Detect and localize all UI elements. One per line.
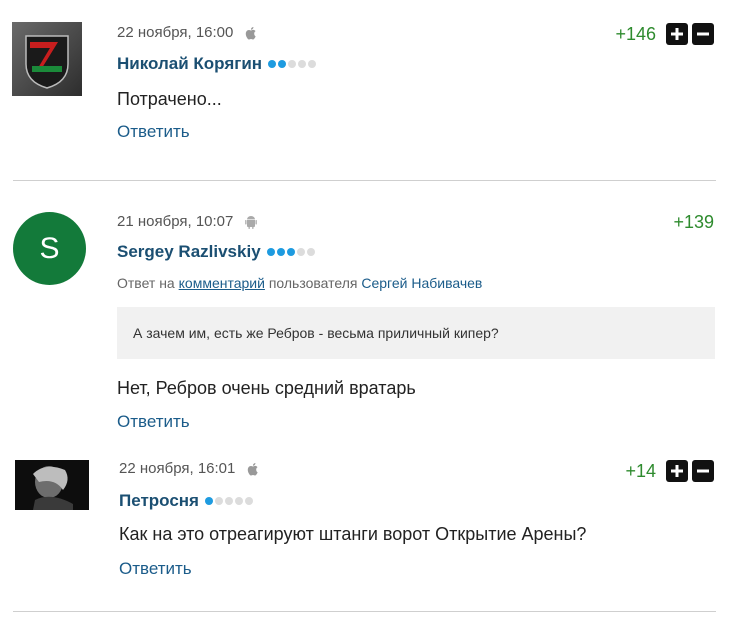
- upvote-button[interactable]: [666, 460, 688, 482]
- rank-dot: [298, 60, 307, 68]
- comment-text: Как на это отреагируют штанги ворот Откр…: [119, 524, 587, 544]
- lokomotiv-logo-icon: [12, 22, 82, 96]
- rank-dot: [308, 60, 317, 68]
- reply-button[interactable]: Ответить: [117, 412, 190, 432]
- reply-middle: пользователя: [268, 275, 358, 291]
- author-name[interactable]: Sergey Razlivskiy: [117, 242, 261, 262]
- comment-text: Нет, Ребров очень средний вратарь: [117, 378, 416, 398]
- rank-dot: [296, 248, 305, 256]
- rank-dot: [286, 248, 295, 256]
- author-name[interactable]: Петросня: [119, 491, 199, 511]
- comment-meta: 21 ноября, 10:07: [117, 213, 259, 230]
- rank-dot: [266, 248, 275, 256]
- rank-dot: [268, 60, 277, 68]
- avatar[interactable]: S: [13, 212, 86, 285]
- downvote-button[interactable]: [692, 460, 714, 482]
- comment-meta: 22 ноября, 16:00: [117, 24, 259, 41]
- rating-score: +146: [615, 23, 656, 44]
- rank-dot: [276, 248, 285, 256]
- rank-dot: [306, 248, 315, 256]
- reply-prefix: Ответ на: [117, 275, 175, 291]
- rank-dots: [266, 248, 315, 256]
- quote-text: А зачем им, есть же Ребров - весьма прил…: [133, 325, 499, 341]
- plus-icon: [671, 28, 683, 40]
- rank-dot: [278, 60, 287, 68]
- rating: +146: [615, 23, 714, 45]
- rating: +139: [673, 212, 714, 233]
- rank-dots: [204, 497, 253, 505]
- rating: +14: [625, 460, 714, 482]
- avatar[interactable]: [12, 22, 82, 96]
- comment-text: Потрачено...: [117, 89, 222, 109]
- author-line: Николай Корягин: [117, 54, 317, 74]
- rank-dot: [204, 497, 213, 505]
- comment-date: 22 ноября, 16:00: [117, 24, 234, 41]
- comment-item: 22 ноября, 16:00 Николай Корягин Потраче…: [0, 0, 730, 181]
- rating-score: +14: [625, 460, 656, 481]
- comment-date: 22 ноября, 16:01: [119, 460, 236, 477]
- author-line: Sergey Razlivskiy: [117, 242, 315, 262]
- reply-button[interactable]: Ответить: [119, 559, 192, 579]
- reply-context: Ответ на комментарий пользователя Сергей…: [117, 275, 482, 291]
- downvote-button[interactable]: [692, 23, 714, 45]
- avatar[interactable]: [15, 460, 89, 510]
- comment-item: 22 ноября, 16:01 Петросня Как на это отр…: [0, 451, 730, 619]
- rank-dot: [224, 497, 233, 505]
- rank-dot: [288, 60, 297, 68]
- plus-icon: [671, 465, 683, 477]
- upvote-button[interactable]: [666, 23, 688, 45]
- parent-comment-link[interactable]: комментарий: [179, 275, 265, 291]
- rank-dot: [234, 497, 243, 505]
- parent-user-link[interactable]: Сергей Набивачев: [361, 275, 482, 291]
- divider: [13, 611, 716, 612]
- rank-dot: [244, 497, 253, 505]
- minus-icon: [697, 32, 709, 36]
- quoted-comment: А зачем им, есть же Ребров - весьма прил…: [117, 307, 715, 359]
- rating-score: +139: [673, 212, 714, 232]
- apple-icon: [248, 462, 258, 475]
- rank-dots: [268, 60, 317, 68]
- comment-meta: 22 ноября, 16:01: [119, 460, 261, 477]
- minus-icon: [697, 469, 709, 473]
- apple-icon: [246, 26, 256, 39]
- author-line: Петросня: [119, 491, 253, 511]
- comment-item: S 21 ноября, 10:07 Sergey Razlivskiy Отв…: [0, 181, 730, 451]
- person-photo-icon: [15, 460, 89, 510]
- avatar-letter: S: [39, 231, 60, 265]
- android-icon: [245, 215, 258, 229]
- author-name[interactable]: Николай Корягин: [117, 54, 262, 74]
- reply-button[interactable]: Ответить: [117, 122, 190, 142]
- comment-date: 21 ноября, 10:07: [117, 213, 234, 230]
- rank-dot: [214, 497, 223, 505]
